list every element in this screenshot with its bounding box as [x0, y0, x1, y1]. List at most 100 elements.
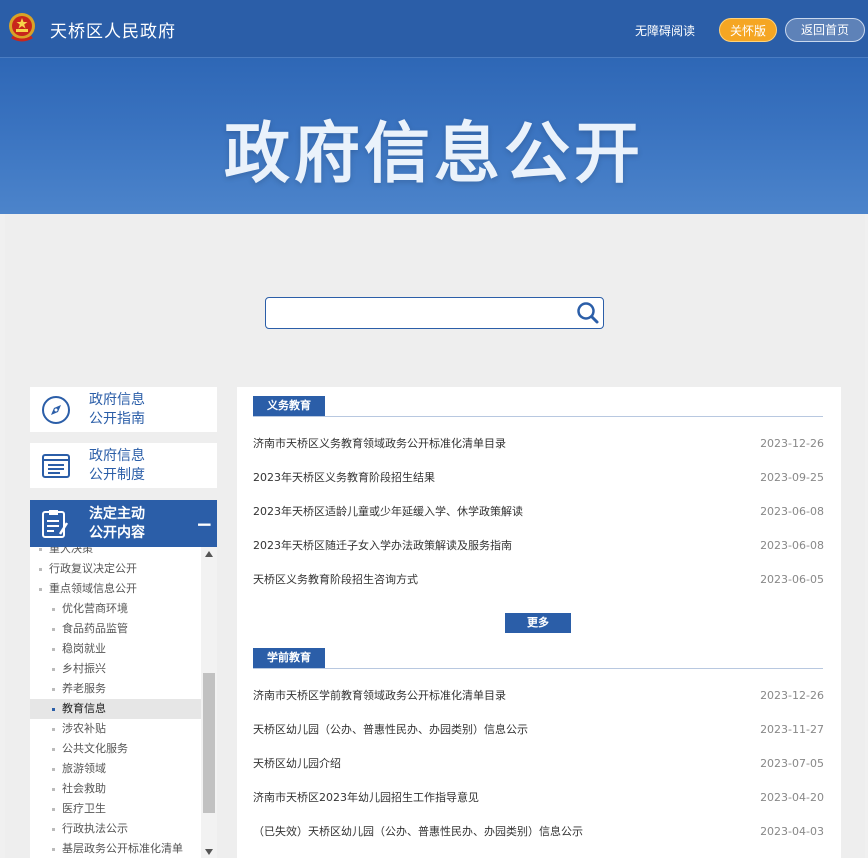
section-header: 学前教育: [253, 648, 823, 669]
bullet-icon: [52, 628, 55, 631]
search-icon[interactable]: [575, 300, 601, 326]
item-title[interactable]: 济南市天桥区2023年幼儿园招生工作指导意见: [253, 788, 479, 808]
document-edit-icon: [42, 510, 69, 538]
more-button[interactable]: 更多: [505, 613, 571, 633]
search-input[interactable]: [272, 302, 566, 326]
subnav-item[interactable]: 养老服务: [30, 679, 202, 699]
subnav-item-label[interactable]: 行政执法公示: [62, 822, 128, 835]
subnav-item[interactable]: 旅游领域: [30, 759, 202, 779]
item-title[interactable]: 济南市天桥区义务教育领域政务公开标准化清单目录: [253, 434, 506, 454]
list-item[interactable]: 济南市天桥区义务教育领域政务公开标准化清单目录 2023-12-26: [253, 434, 824, 454]
scroll-thumb[interactable]: [203, 673, 215, 813]
subnav-item-label[interactable]: 医疗卫生: [62, 802, 106, 815]
section-header: 义务教育: [253, 396, 823, 417]
menu-label-line1: 政府信息: [89, 392, 145, 408]
subnav-item[interactable]: 重大决策: [30, 547, 202, 559]
menu-item-disclosure-system[interactable]: 政府信息 公开制度: [30, 443, 217, 488]
subnav-item-label[interactable]: 教育信息: [62, 702, 106, 715]
subnav-item[interactable]: 涉农补贴: [30, 719, 202, 739]
subnav-item-label[interactable]: 养老服务: [62, 682, 106, 695]
bullet-icon: [52, 768, 55, 771]
subnav-item[interactable]: 行政执法公示: [30, 819, 202, 839]
accessible-reading-link[interactable]: 无障碍阅读: [635, 22, 695, 39]
bullet-icon: [52, 808, 55, 811]
subnav-item[interactable]: 乡村振兴: [30, 659, 202, 679]
bullet-icon: [52, 828, 55, 831]
scrollbar[interactable]: [201, 547, 217, 858]
item-date: 2023-06-05: [760, 573, 824, 586]
item-date: 2023-07-05: [760, 757, 824, 770]
list-item[interactable]: 天桥区幼儿园介绍 2023-07-05: [253, 754, 824, 774]
subnav-item-label[interactable]: 重点领域信息公开: [49, 582, 137, 595]
subnav-item[interactable]: 重点领域信息公开: [30, 579, 202, 599]
item-date: 2023-12-26: [760, 689, 824, 702]
top-bar: 天桥区人民政府 无障碍阅读 关怀版 返回首页: [0, 0, 868, 58]
subnav-item-label[interactable]: 优化营商环境: [62, 602, 128, 615]
banner: 政府信息公开: [0, 58, 868, 214]
scroll-down-arrow-icon[interactable]: [205, 849, 213, 855]
subnav-item-label[interactable]: 乡村振兴: [62, 662, 106, 675]
item-date: 2023-04-20: [760, 791, 824, 804]
list-item[interactable]: 济南市天桥区学前教育领域政务公开标准化清单目录 2023-12-26: [253, 686, 824, 706]
subnav-item-label[interactable]: 重大决策: [49, 547, 93, 555]
subnav-item-label[interactable]: 旅游领域: [62, 762, 106, 775]
subnav-item-label[interactable]: 公共文化服务: [62, 742, 128, 755]
menu-label-line2: 公开指南: [89, 411, 145, 427]
subnav-item[interactable]: 社会救助: [30, 779, 202, 799]
item-title[interactable]: 天桥区义务教育阶段招生咨询方式: [253, 570, 418, 590]
item-date: 2023-09-25: [760, 471, 824, 484]
national-emblem-icon[interactable]: [7, 10, 37, 44]
main-list-panel: 义务教育 济南市天桥区义务教育领域政务公开标准化清单目录 2023-12-26 …: [237, 387, 841, 858]
bullet-icon: [39, 548, 42, 551]
menu-label-line1: 政府信息: [89, 448, 145, 464]
subnav-item[interactable]: 医疗卫生: [30, 799, 202, 819]
item-title[interactable]: 2023年天桥区随迁子女入学办法政策解读及服务指南: [253, 536, 512, 556]
bullet-icon: [52, 848, 55, 851]
subnav-item[interactable]: 教育信息: [30, 699, 202, 719]
site-title[interactable]: 天桥区人民政府: [50, 17, 176, 42]
subnav-panel: 重大决策行政复议决定公开 重点领域信息公开 优化营商环境 食品药品监管 稳岗就业乡村振兴…: [30, 547, 217, 858]
item-title[interactable]: 天桥区幼儿园介绍: [253, 754, 341, 774]
menu-label-line2: 公开制度: [89, 467, 145, 483]
menu-label-line2: 公开内容: [89, 525, 145, 541]
subnav-item[interactable]: 行政复议决定公开: [30, 559, 202, 579]
subnav-item[interactable]: 优化营商环境: [30, 599, 202, 619]
list-item[interactable]: （已失效）天桥区幼儿园（公办、普惠性民办、办园类别）信息公示 2023-04-0…: [253, 822, 824, 842]
care-mode-button[interactable]: 关怀版: [719, 18, 777, 42]
subnav-list: 重大决策行政复议决定公开 重点领域信息公开 优化营商环境 食品药品监管 稳岗就业乡村振兴…: [30, 547, 202, 858]
search-box[interactable]: [265, 297, 604, 329]
subnav-item-label[interactable]: 社会救助: [62, 782, 106, 795]
subnav-item-label[interactable]: 涉农补贴: [62, 722, 106, 735]
menu-item-disclosure-guide[interactable]: 政府信息 公开指南: [30, 387, 217, 432]
return-home-button[interactable]: 返回首页: [785, 18, 865, 42]
list-item[interactable]: 天桥区幼儿园（公办、普惠性民办、办园类别）信息公示 2023-11-27: [253, 720, 824, 740]
item-date: 2023-06-08: [760, 505, 824, 518]
bullet-icon: [52, 668, 55, 671]
section-title[interactable]: 义务教育: [253, 396, 325, 416]
bullet-icon: [52, 688, 55, 691]
subnav-item[interactable]: 稳岗就业: [30, 639, 202, 659]
list-item[interactable]: 2023年天桥区适龄儿童或少年延缓入学、休学政策解读 2023-06-08: [253, 502, 824, 522]
subnav-item-label[interactable]: 食品药品监管: [62, 622, 128, 635]
item-title[interactable]: 济南市天桥区学前教育领域政务公开标准化清单目录: [253, 686, 506, 706]
list-item[interactable]: 2023年天桥区义务教育阶段招生结果 2023-09-25: [253, 468, 824, 488]
collapse-toggle[interactable]: −: [196, 512, 213, 536]
subnav-item[interactable]: 公共文化服务: [30, 739, 202, 759]
item-title[interactable]: 2023年天桥区适龄儿童或少年延缓入学、休学政策解读: [253, 502, 523, 522]
subnav-item[interactable]: 基层政务公开标准化清单: [30, 839, 202, 858]
item-title[interactable]: 天桥区幼儿园（公办、普惠性民办、办园类别）信息公示: [253, 720, 528, 740]
item-title[interactable]: 2023年天桥区义务教育阶段招生结果: [253, 468, 435, 488]
item-title[interactable]: （已失效）天桥区幼儿园（公办、普惠性民办、办园类别）信息公示: [253, 822, 583, 842]
list-item[interactable]: 2023年天桥区随迁子女入学办法政策解读及服务指南 2023-06-08: [253, 536, 824, 556]
subnav-item[interactable]: 食品药品监管: [30, 619, 202, 639]
subnav-item-label[interactable]: 行政复议决定公开: [49, 562, 137, 575]
scroll-up-arrow-icon[interactable]: [205, 551, 213, 557]
item-date: 2023-12-26: [760, 437, 824, 450]
section-title[interactable]: 学前教育: [253, 648, 325, 668]
list-item[interactable]: 天桥区义务教育阶段招生咨询方式 2023-06-05: [253, 570, 824, 590]
subnav-item-label[interactable]: 稳岗就业: [62, 642, 106, 655]
subnav-item-label[interactable]: 基层政务公开标准化清单: [62, 842, 183, 855]
list-item[interactable]: 济南市天桥区2023年幼儿园招生工作指导意见 2023-04-20: [253, 788, 824, 808]
bullet-icon: [52, 748, 55, 751]
menu-item-statutory-disclosure[interactable]: 法定主动 公开内容 −: [30, 500, 217, 547]
